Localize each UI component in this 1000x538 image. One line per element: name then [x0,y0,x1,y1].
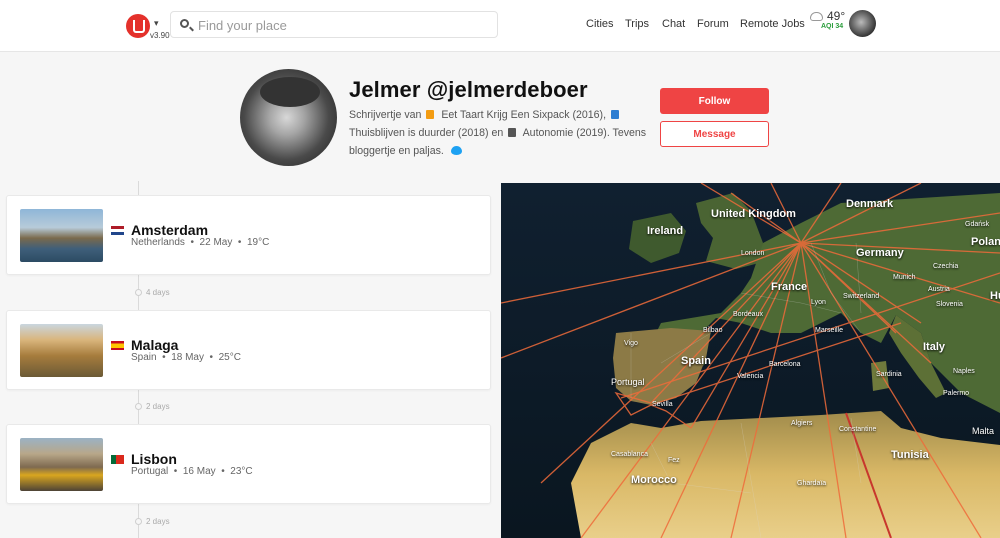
map-base [501,183,1000,538]
nomad-list-logo-icon[interactable] [126,14,150,38]
map-label: Constantine [839,426,877,433]
twitter-icon[interactable] [450,146,462,155]
map-label: London [741,250,765,257]
nav-remote-jobs[interactable]: Remote Jobs [740,18,805,30]
trip-city[interactable]: Amsterdam [131,222,208,238]
map-label: Algiers [791,420,813,427]
cloud-icon [810,12,823,21]
map-label: Munich [893,274,916,281]
trip-city[interactable]: Lisbon [131,451,177,467]
map-label: Poland [971,236,1000,248]
profile-bio: Schrijvertje van Eet Taart Krijg Een Six… [349,106,649,160]
trip-date: 18 May [171,352,204,363]
message-button[interactable]: Message [660,121,769,147]
trip-card[interactable]: Malaga Spain • 18 May • 25°C [6,310,491,390]
nav-forum[interactable]: Forum [697,18,729,30]
map-label: Morocco [631,474,677,486]
map-label: Ghardaïa [797,480,827,487]
bio-book-2: Thuisblijven is duurder (2018) en [349,127,504,139]
nav-chat[interactable]: Chat [662,18,685,30]
map-label: Vigo [624,340,638,347]
city-photo[interactable] [20,209,103,262]
netherlands-flag-icon [111,226,124,235]
orange-book-icon [426,110,435,119]
nav-cities[interactable]: Cities [586,18,614,30]
map-label: Barcelona [769,361,801,368]
map-label: Marseille [815,327,844,334]
trip-temperature: 25°C [218,352,241,363]
follow-button[interactable]: Follow [660,88,769,114]
map-label: Ireland [647,225,684,237]
map-label: Fez [668,457,680,464]
trip-temperature: 23°C [230,466,253,477]
trip-meta: Portugal • 16 May • 23°C [131,466,253,477]
map-label: Sevilla [652,401,673,408]
timeline-dot [135,403,142,410]
grey-book-icon [508,128,517,137]
timeline-dot [135,289,142,296]
search-box[interactable] [170,11,498,38]
map-label: Slovenia [936,301,963,308]
map-label: Tunisia [891,449,929,461]
weather-temperature: 49° [827,9,846,23]
profile-name: Jelmer @jelmerdeboer [349,77,588,102]
spain-flag-icon [111,341,124,350]
map-label: Malta [972,426,995,436]
map-label: Denmark [846,198,894,210]
trip-city[interactable]: Malaga [131,337,178,353]
top-navigation-bar: ▾ v3.90 Cities Trips Chat Forum Remote J… [0,0,1000,52]
trip-date: 22 May [199,237,233,248]
map-label: Germany [856,247,904,259]
map-label: Hu [990,290,1000,302]
trip-card[interactable]: Lisbon Portugal • 16 May • 23°C [6,424,491,504]
trip-country: Spain [131,352,157,363]
map-label: Valencia [737,373,764,380]
city-photo[interactable] [20,324,103,377]
map-label: Italy [923,341,946,353]
version-label: v3.90 [150,31,170,40]
trip-meta: Spain • 18 May • 25°C [131,352,241,363]
search-icon [180,19,189,28]
map-label: Spain [681,355,711,367]
search-input[interactable] [198,16,488,34]
trip-country: Netherlands [131,237,185,248]
map-label: Austria [928,286,950,293]
trip-card[interactable]: Amsterdam Netherlands • 22 May • 19°C [6,195,491,275]
bio-text: Schrijvertje van [349,109,422,121]
map-label: Lyon [811,299,826,306]
trip-meta: Netherlands • 22 May • 19°C [131,237,270,248]
map-label: France [771,281,808,293]
chevron-down-icon[interactable]: ▾ [154,18,159,29]
profile-avatar [240,69,337,166]
trip-date: 16 May [182,466,216,477]
map-label: Switzerland [843,293,880,300]
timeline-dot [135,518,142,525]
portugal-flag-icon [111,455,124,464]
map-label: Gdańsk [965,221,990,228]
nav-trips[interactable]: Trips [625,18,649,30]
map-label: Naples [953,368,975,375]
trips-map[interactable]: Denmark United Kingdom Ireland Gdańsk Po… [501,183,1000,538]
map-label: Czechia [933,263,959,270]
map-label: Portugal [611,377,645,387]
map-label: Bordeaux [733,311,763,318]
gap-duration: 2 days [146,402,170,411]
trip-temperature: 19°C [246,237,270,248]
gap-duration: 4 days [146,288,170,297]
trip-country: Portugal [131,466,169,477]
map-label: Sardinia [876,371,902,378]
map-label: Bilbao [703,327,723,334]
map-label: Palermo [943,390,970,397]
gap-duration: 2 days [146,517,170,526]
city-photo[interactable] [20,438,103,491]
map-label: United Kingdom [711,208,796,220]
air-quality-index: AQI 34 [821,23,844,30]
blue-book-icon [610,110,619,119]
bio-book-1: Eet Taart Krijg Een Sixpack (2016), [441,109,607,121]
user-avatar[interactable] [849,10,876,37]
map-label: Casablanca [611,451,648,458]
